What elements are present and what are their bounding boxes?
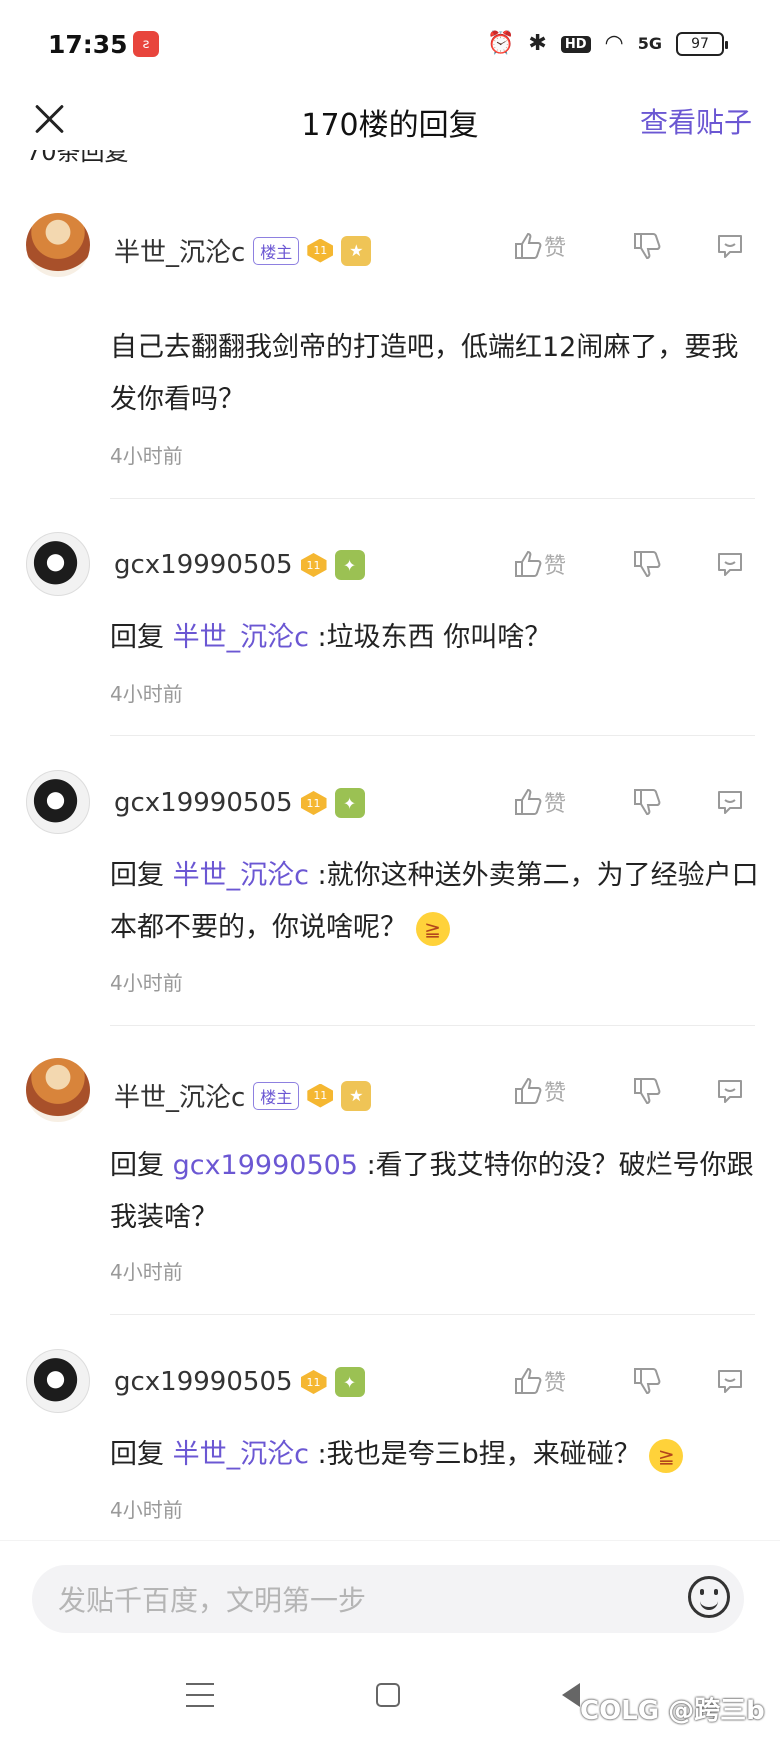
- host-tag: 楼主: [253, 236, 300, 265]
- comment-icon: [718, 1080, 742, 1103]
- medal-icon: ✦: [334, 550, 365, 580]
- post-content[interactable]: 自己去翻翻我剑帝的打造吧，低端红12闹麻了，要我发你看吗？: [110, 322, 760, 426]
- reply-input-placeholder: 发贴千百度，文明第一步: [58, 1584, 367, 1617]
- battery-icon: 97: [676, 32, 728, 56]
- divider: [110, 1314, 755, 1315]
- avatar[interactable]: [26, 770, 90, 834]
- post-username[interactable]: 半世_沉沦c 楼主 11 ★: [114, 232, 372, 269]
- post-time: 4小时前: [110, 682, 183, 706]
- thumbs-up-icon: [515, 550, 542, 577]
- thumbs-up-icon: [515, 788, 542, 815]
- avatar[interactable]: [26, 1058, 90, 1122]
- status-icons: ⏰ ✱ HD ◠ 5G 97: [487, 30, 728, 58]
- reply-button[interactable]: [686, 230, 746, 262]
- dislike-button[interactable]: [608, 1365, 686, 1397]
- app-notification-icon: ƨ: [133, 31, 159, 57]
- watermark: COLG @跨三b: [580, 1696, 765, 1726]
- post-actions: 赞: [512, 548, 746, 580]
- reply-count: 70条回复: [26, 150, 129, 166]
- status-bar: 17:35 ƨ ⏰ ✱ HD ◠ 5G 97: [0, 0, 780, 92]
- medal-icon: ✦: [334, 1367, 365, 1397]
- bluetooth-icon: ✱: [528, 31, 547, 56]
- thumbs-up-icon: [515, 1077, 542, 1104]
- level-badge-icon: 11: [300, 1370, 327, 1394]
- like-button[interactable]: 赞: [512, 786, 608, 818]
- host-tag: 楼主: [253, 1081, 300, 1110]
- medal-icon: ★: [341, 235, 372, 266]
- avatar[interactable]: [26, 213, 90, 277]
- post-username[interactable]: 半世_沉沦c 楼主 11 ★: [114, 1077, 372, 1114]
- post-content[interactable]: 回复 半世_沉沦c :我也是夸三b捏，来碰碰？ ≧: [110, 1429, 760, 1481]
- post-content[interactable]: 回复 gcx19990505 :看了我艾特你的没？破烂号你跟我装啥？: [110, 1140, 760, 1244]
- mention-link[interactable]: gcx19990505: [173, 1150, 358, 1181]
- medal-icon: ★: [341, 1080, 372, 1111]
- post-actions: 赞: [512, 1365, 746, 1397]
- thumbs-down-icon: [634, 233, 661, 260]
- post-username[interactable]: gcx19990505 11 ✦: [114, 788, 365, 818]
- medal-icon: ✦: [334, 788, 365, 818]
- avatar[interactable]: [26, 1349, 90, 1413]
- alarm-icon: ⏰: [487, 31, 515, 56]
- post-time: 4小时前: [110, 1260, 183, 1284]
- home-icon[interactable]: [376, 1683, 400, 1707]
- post-time: 4小时前: [110, 1498, 183, 1522]
- wifi-icon: ◠: [604, 31, 624, 56]
- dislike-button[interactable]: [608, 230, 686, 262]
- post-content[interactable]: 回复 半世_沉沦c :垃圾东西 你叫啥？: [110, 612, 760, 664]
- reply-button[interactable]: [686, 548, 746, 580]
- dislike-button[interactable]: [608, 786, 686, 818]
- menu-icon[interactable]: [186, 1683, 214, 1707]
- post-time: 4小时前: [110, 971, 183, 995]
- divider: [110, 498, 755, 499]
- level-badge-icon: 11: [307, 1083, 334, 1108]
- level-badge-icon: 11: [300, 553, 327, 577]
- reply-button[interactable]: [686, 1365, 746, 1397]
- like-button[interactable]: 赞: [512, 1075, 608, 1107]
- post-username[interactable]: gcx19990505 11 ✦: [114, 1367, 365, 1397]
- comment-icon: [718, 553, 742, 576]
- divider: [110, 735, 755, 736]
- thumbs-down-icon: [634, 551, 661, 578]
- post-username[interactable]: gcx19990505 11 ✦: [114, 550, 365, 580]
- like-button[interactable]: 赞: [512, 548, 608, 580]
- like-button[interactable]: 赞: [512, 1365, 608, 1397]
- dislike-button[interactable]: [608, 548, 686, 580]
- hd-icon: HD: [560, 35, 591, 53]
- like-button[interactable]: 赞: [512, 230, 608, 262]
- thumbs-up-icon: [515, 232, 542, 259]
- comment-icon: [718, 1370, 742, 1393]
- level-badge-icon: 11: [307, 238, 334, 263]
- avatar[interactable]: [26, 532, 90, 596]
- signal-icon: 5G: [637, 34, 662, 53]
- post-content[interactable]: 回复 半世_沉沦c :就你这种送外卖第二，为了经验户口本都不要的，你说啥呢？ ≧: [110, 850, 760, 954]
- reply-button[interactable]: [686, 1075, 746, 1107]
- view-post-link[interactable]: 查看贴子: [640, 101, 752, 141]
- dislike-button[interactable]: [608, 1075, 686, 1107]
- thumbs-up-icon: [515, 1367, 542, 1394]
- emoji-icon[interactable]: [688, 1576, 730, 1618]
- thumbs-down-icon: [634, 789, 661, 816]
- status-time: 17:35: [48, 30, 128, 59]
- level-badge-icon: 11: [300, 791, 327, 815]
- divider: [110, 1025, 755, 1026]
- thumbs-down-icon: [634, 1078, 661, 1105]
- comment-icon: [718, 235, 742, 258]
- back-icon[interactable]: [562, 1683, 580, 1707]
- post-actions: 赞: [512, 230, 746, 262]
- thumbs-down-icon: [634, 1368, 661, 1395]
- mention-link[interactable]: 半世_沉沦c: [173, 1439, 309, 1470]
- post-time: 4小时前: [110, 444, 183, 468]
- reply-button[interactable]: [686, 786, 746, 818]
- grin-emoji-icon: ≧: [649, 1438, 684, 1473]
- post-actions: 赞: [512, 1075, 746, 1107]
- mention-link[interactable]: 半世_沉沦c: [173, 860, 309, 891]
- comment-icon: [718, 791, 742, 814]
- grin-emoji-icon: ≧: [415, 911, 450, 946]
- post-actions: 赞: [512, 786, 746, 818]
- mention-link[interactable]: 半世_沉沦c: [173, 622, 309, 653]
